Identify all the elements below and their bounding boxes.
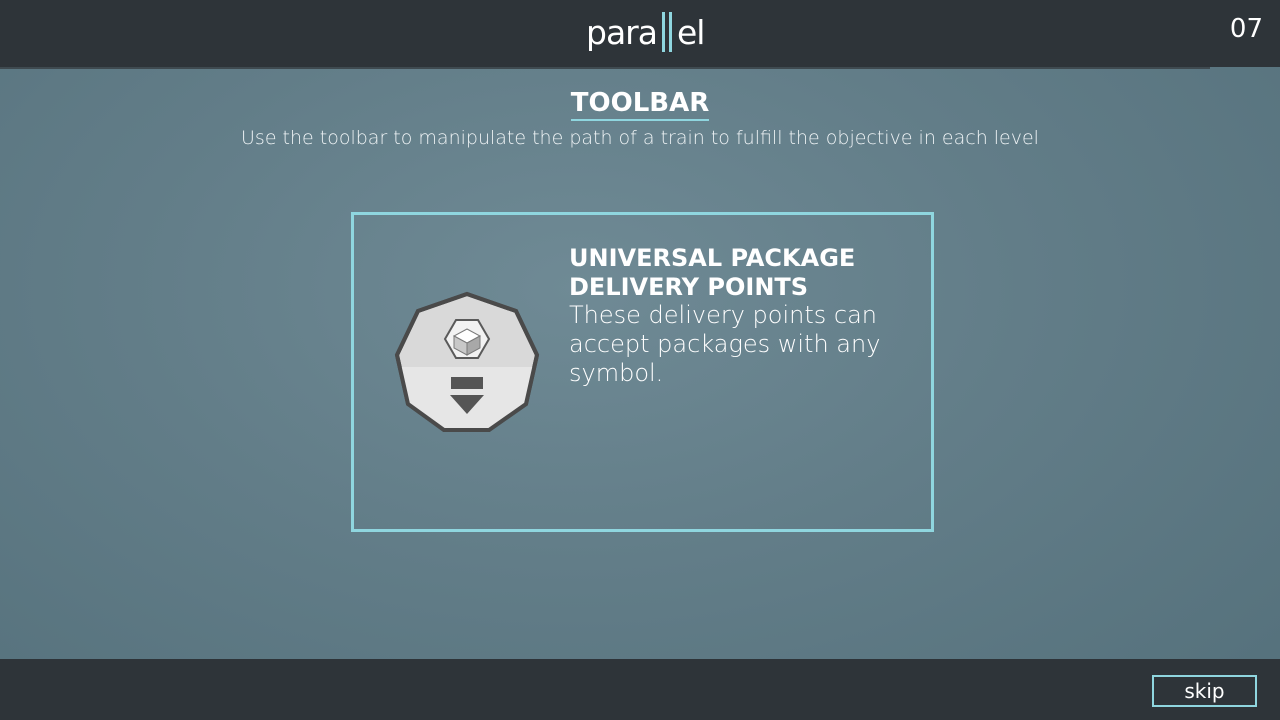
tutorial-title-text: TOOLBAR bbox=[570, 88, 710, 121]
card-description: These delivery points can accept package… bbox=[569, 301, 881, 387]
parallel-logo: para el bbox=[586, 10, 706, 56]
tutorial-title: TOOLBAR bbox=[0, 88, 1280, 121]
card-heading: UNIVERSAL PACKAGE DELIVERY POINTS bbox=[569, 244, 856, 301]
tutorial-card: UNIVERSAL PACKAGE DELIVERY POINTS These … bbox=[351, 212, 934, 532]
logo-double-bar-mark bbox=[660, 12, 674, 52]
logo-text-left: para bbox=[586, 13, 658, 52]
bottom-bar bbox=[0, 659, 1280, 720]
logo-text-right: el bbox=[676, 13, 706, 52]
level-number: 07 bbox=[1229, 14, 1263, 44]
tutorial-subtitle: Use the toolbar to manipulate the path o… bbox=[241, 127, 1039, 149]
skip-button[interactable]: skip bbox=[1152, 675, 1257, 707]
universal-delivery-point-icon bbox=[394, 291, 540, 432]
top-bar-divider bbox=[0, 67, 1210, 69]
